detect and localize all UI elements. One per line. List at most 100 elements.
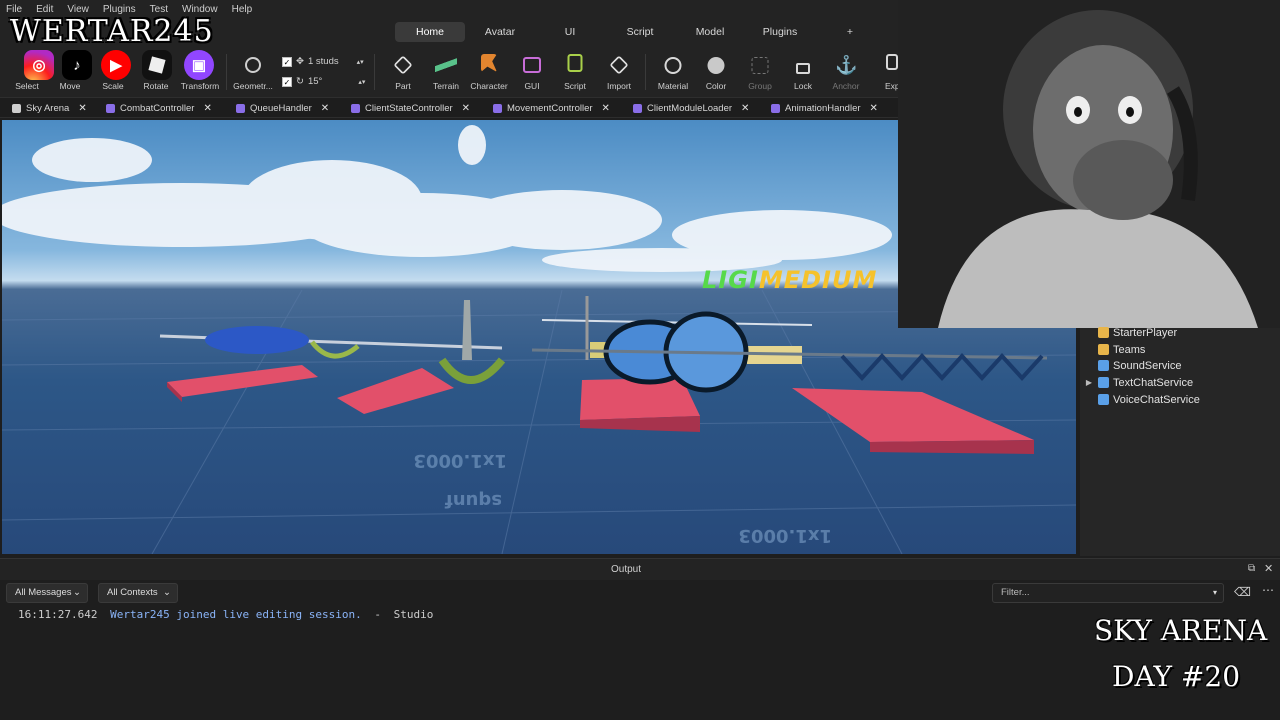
tab-queue-handler[interactable]: QueueHandler ✕: [236, 98, 329, 118]
tab-label: ClientStateController: [365, 102, 453, 114]
toolbar-divider: [226, 54, 227, 90]
tab-combat-controller[interactable]: CombatController ✕: [106, 98, 212, 118]
part-button[interactable]: Part: [380, 46, 426, 98]
script-label: Script: [564, 81, 586, 91]
floor-label: 1x1.0003: [413, 450, 507, 471]
terrain-button[interactable]: Terrain: [423, 46, 469, 98]
messages-filter-dropdown[interactable]: All Messages ⌄: [6, 583, 88, 603]
character-label: Character: [470, 81, 508, 91]
move-snap-stepper-icon[interactable]: ▴▾: [357, 58, 364, 66]
tab-ui[interactable]: UI: [535, 22, 605, 42]
rotate-snap[interactable]: ✓ ↻ 15° ▴▾: [282, 76, 365, 87]
tab-avatar[interactable]: Avatar: [465, 22, 535, 42]
messages-filter-value: All Messages: [15, 587, 72, 598]
toolbar-divider: [374, 54, 375, 90]
twitch-icon: ▣: [184, 50, 214, 80]
group-button[interactable]: Group: [737, 46, 783, 98]
lock-button[interactable]: Lock: [780, 46, 826, 98]
part-label: Part: [395, 81, 411, 91]
gui-button[interactable]: GUI: [509, 46, 555, 98]
menu-view[interactable]: View: [67, 4, 89, 15]
tab-plugins[interactable]: Plugins: [745, 22, 815, 42]
output-filter-input[interactable]: Filter... ▾: [992, 583, 1224, 603]
menu-help[interactable]: Help: [232, 4, 253, 15]
anchor-button[interactable]: ⚓ Anchor: [823, 46, 869, 98]
contexts-filter-value: All Contexts: [107, 587, 158, 598]
move-snap[interactable]: ✓ ✥ 1 studs ▴▾: [282, 56, 364, 67]
terrain-label: Terrain: [433, 81, 459, 91]
menu-window[interactable]: Window: [182, 4, 218, 15]
youtube-icon: ▶: [101, 50, 131, 80]
rotate-label: Rotate: [143, 81, 169, 91]
select-label: Select: [15, 81, 39, 91]
color-button[interactable]: Color: [693, 46, 739, 98]
explorer-item[interactable]: StarterPlayer: [1084, 324, 1177, 341]
explorer-item-label: StarterPlayer: [1113, 326, 1178, 339]
tab-sky-arena[interactable]: Sky Arena ✕: [12, 98, 87, 118]
close-icon[interactable]: ✕: [321, 103, 329, 114]
module-script-icon: [106, 103, 115, 113]
log-source: Studio: [393, 608, 434, 621]
geometry-icon: [245, 57, 261, 73]
clear-output-icon[interactable]: ⌫: [1234, 585, 1251, 599]
tab-script[interactable]: Script: [605, 22, 675, 42]
explorer-item[interactable]: VoiceChatService: [1084, 391, 1200, 408]
close-icon[interactable]: ✕: [741, 103, 749, 114]
tab-client-state-controller[interactable]: ClientStateController ✕: [351, 98, 470, 118]
move-snap-value[interactable]: 1 studs: [308, 56, 339, 67]
explorer-item-label: SoundService: [1113, 359, 1182, 372]
log-separator: -: [374, 608, 382, 621]
module-script-icon: [493, 103, 502, 113]
move-label: Move: [59, 81, 81, 91]
floor-label: squnf: [445, 490, 502, 511]
rotate-snap-stepper-icon[interactable]: ▴▾: [358, 78, 365, 86]
chevron-down-icon: ▾: [1212, 588, 1217, 597]
more-options-icon[interactable]: ⋯: [1262, 583, 1274, 597]
menu-plugins[interactable]: Plugins: [103, 4, 136, 15]
tab-client-module-loader[interactable]: ClientModuleLoader ✕: [633, 98, 749, 118]
menu-test[interactable]: Test: [150, 4, 168, 15]
close-icon[interactable]: ✕: [78, 103, 86, 114]
material-button[interactable]: Material: [650, 46, 696, 98]
geometry-tool[interactable]: Geometr...: [230, 46, 276, 98]
sky-clouds: [2, 125, 892, 272]
menu-file[interactable]: File: [6, 4, 22, 15]
close-icon[interactable]: ✕: [462, 103, 470, 114]
explorer-item[interactable]: SoundService: [1084, 357, 1182, 374]
floor-labels: squnf 1x1.0003 1x1.0003: [413, 450, 832, 546]
rotate-snap-checkbox[interactable]: ✓: [282, 76, 292, 87]
module-script-icon: [771, 103, 780, 113]
expand-arrow-icon[interactable]: ▶: [1084, 378, 1094, 387]
character-button[interactable]: Character: [466, 46, 512, 98]
document-tabs: Sky Arena ✕ CombatController ✕ QueueHandle…: [0, 98, 898, 118]
folder-icon: [1098, 327, 1109, 338]
tab-movement-controller[interactable]: MovementController ✕: [493, 98, 610, 118]
move-snap-checkbox[interactable]: ✓: [282, 56, 292, 67]
import-label: Import: [606, 81, 632, 91]
anchor-icon: ⚓: [835, 55, 858, 75]
explorer-item[interactable]: Teams: [1084, 341, 1145, 358]
tab-add[interactable]: +: [815, 22, 885, 42]
close-icon[interactable]: ✕: [870, 103, 878, 114]
import-button[interactable]: Import: [596, 46, 642, 98]
toolbar: Select Move Scale Rotate Transform Geome…: [0, 46, 898, 98]
tab-model[interactable]: Model: [675, 22, 745, 42]
menu-edit[interactable]: Edit: [36, 4, 53, 15]
color-label: Color: [705, 81, 727, 91]
rotate-snap-value[interactable]: 15°: [308, 76, 322, 87]
close-icon[interactable]: ✕: [1264, 562, 1273, 575]
undock-icon[interactable]: ⧉: [1248, 563, 1255, 574]
tab-home[interactable]: Home: [395, 22, 465, 42]
script-icon: [567, 54, 583, 72]
script-button[interactable]: Script: [552, 46, 598, 98]
explorer-item[interactable]: ▶ TextChatService: [1084, 374, 1193, 391]
close-icon[interactable]: ✕: [203, 103, 211, 114]
export-button[interactable]: Exp: [872, 46, 898, 98]
roblox-icon: [142, 50, 172, 80]
tab-label: AnimationHandler: [785, 102, 861, 114]
tab-animation-handler[interactable]: AnimationHandler ✕: [771, 98, 878, 118]
gui-label: GUI: [524, 81, 540, 91]
tab-label: CombatController: [120, 102, 195, 114]
close-icon[interactable]: ✕: [602, 103, 610, 114]
contexts-filter-dropdown[interactable]: All Contexts ⌄: [98, 583, 178, 603]
